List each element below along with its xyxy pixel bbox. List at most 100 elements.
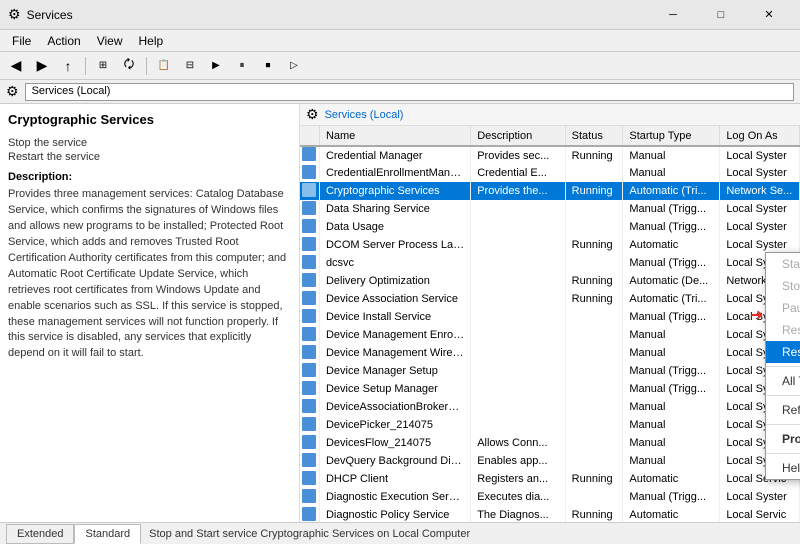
table-cell: Diagnostic Policy Service — [319, 506, 470, 522]
table-row[interactable]: Diagnostic Execution ServiceExecutes dia… — [300, 488, 800, 506]
table-cell: Manual (Trigg... — [623, 308, 720, 326]
col-header-icon[interactable] — [300, 126, 319, 146]
table-row[interactable]: Diagnostic Policy ServiceThe Diagnos...R… — [300, 506, 800, 522]
services-table: Name Description Status Startup Type Log… — [300, 126, 800, 522]
context-properties[interactable]: Properties — [766, 428, 800, 450]
toolbar-btn3[interactable]: 📋 — [152, 55, 176, 77]
table-row[interactable]: Device Association ServiceRunningAutomat… — [300, 290, 800, 308]
close-button[interactable]: ✕ — [746, 0, 792, 30]
toolbar-btn5[interactable]: ▶ — [204, 55, 228, 77]
service-icon — [302, 453, 316, 467]
context-start[interactable]: Start — [766, 253, 800, 275]
service-icon — [302, 363, 316, 377]
service-icon — [302, 291, 316, 305]
table-cell: Manual — [623, 164, 720, 182]
table-cell: Local Syster — [720, 146, 800, 164]
table-row[interactable]: DCOM Server Process Launch...RunningAuto… — [300, 236, 800, 254]
toolbar-forward[interactable]: ▶ — [30, 55, 54, 77]
table-cell: Manual — [623, 434, 720, 452]
context-resume[interactable]: Resume — [766, 319, 800, 341]
menu-help[interactable]: Help — [131, 30, 172, 51]
table-row[interactable]: DevicesFlow_214075Allows Conn...ManualLo… — [300, 434, 800, 452]
table-row[interactable]: Delivery OptimizationRunningAutomatic (D… — [300, 272, 800, 290]
table-cell — [471, 398, 565, 416]
service-icon-cell — [300, 488, 319, 506]
table-cell — [471, 290, 565, 308]
table-cell: Allows Conn... — [471, 434, 565, 452]
toolbar-btn7[interactable]: ⏹ — [256, 55, 280, 77]
toolbar-btn8[interactable]: ▷ — [282, 55, 306, 77]
table-row[interactable]: Device Management Enrollm...ManualLocal … — [300, 326, 800, 344]
table-row[interactable]: Device Install ServiceManual (Trigg...Lo… — [300, 308, 800, 326]
menu-action[interactable]: Action — [39, 30, 88, 51]
service-icon — [302, 165, 316, 179]
context-sep-1 — [766, 366, 800, 367]
right-panel: ⚙ Services (Local) Name Description Stat… — [300, 104, 800, 522]
restart-service-link[interactable]: Restart — [8, 151, 43, 163]
tree-nav-label[interactable]: Services (Local) — [325, 109, 404, 121]
table-cell — [471, 308, 565, 326]
table-cell: DeviceAssociationBroker_214... — [319, 398, 470, 416]
service-icon — [302, 489, 316, 503]
menu-view[interactable]: View — [89, 30, 131, 51]
context-help[interactable]: Help — [766, 457, 800, 479]
col-header-startup[interactable]: Startup Type — [623, 126, 720, 146]
col-header-name[interactable]: Name — [319, 126, 470, 146]
toolbar-show-hide[interactable]: ⊞ — [91, 55, 115, 77]
table-cell: Registers an... — [471, 470, 565, 488]
service-icon — [302, 507, 316, 521]
table-row[interactable]: DeviceAssociationBroker_214...ManualLoca… — [300, 398, 800, 416]
toolbar-btn6[interactable]: ⏸ — [230, 55, 254, 77]
tab-standard[interactable]: Standard — [74, 524, 141, 544]
table-row[interactable]: Cryptographic ServicesProvides the...Run… — [300, 182, 800, 200]
context-restart[interactable]: Restart — [766, 341, 800, 363]
col-header-logon[interactable]: Log On As — [720, 126, 800, 146]
table-cell: Cryptographic Services — [319, 182, 470, 200]
context-pause[interactable]: Pause — [766, 297, 800, 319]
table-row[interactable]: Data Sharing ServiceManual (Trigg...Loca… — [300, 200, 800, 218]
toolbar-up[interactable]: ↑ — [56, 55, 80, 77]
menu-file[interactable]: File — [4, 30, 39, 51]
service-icon-cell — [300, 290, 319, 308]
service-icon-cell — [300, 506, 319, 522]
table-row[interactable]: Device Management Wireless...ManualLocal… — [300, 344, 800, 362]
service-icon — [302, 327, 316, 341]
context-refresh[interactable]: Refresh — [766, 399, 800, 421]
table-cell — [565, 362, 623, 380]
table-row[interactable]: Device Setup ManagerManual (Trigg...Loca… — [300, 380, 800, 398]
table-cell: Credential Manager — [319, 146, 470, 164]
stop-service-link[interactable]: Stop — [8, 137, 31, 149]
services-table-container[interactable]: Name Description Status Startup Type Log… — [300, 126, 800, 522]
table-row[interactable]: CredentialEnrollmentManagerUserSvc_...Cr… — [300, 164, 800, 182]
toolbar-btn4[interactable]: ⊟ — [178, 55, 202, 77]
table-row[interactable]: Credential ManagerProvides sec...Running… — [300, 146, 800, 164]
context-all-tasks[interactable]: All Tasks ▶ — [766, 370, 800, 392]
table-row[interactable]: Device Manager SetupManual (Trigg...Loca… — [300, 362, 800, 380]
maximize-button[interactable]: □ — [698, 0, 744, 30]
table-row[interactable]: Data UsageManual (Trigg...Local Syster — [300, 218, 800, 236]
table-cell: Automatic (Tri... — [623, 290, 720, 308]
table-row[interactable]: DevQuery Background Discovery BrokerEnab… — [300, 452, 800, 470]
table-cell: Provides the... — [471, 182, 565, 200]
description-text: Provides three management services: Cata… — [8, 187, 291, 362]
col-header-desc[interactable]: Description — [471, 126, 565, 146]
service-icon-cell — [300, 182, 319, 200]
context-stop[interactable]: Stop — [766, 275, 800, 297]
table-row[interactable]: DHCP ClientRegisters an...RunningAutomat… — [300, 470, 800, 488]
tab-extended[interactable]: Extended — [6, 524, 74, 544]
table-cell: Provides sec... — [471, 146, 565, 164]
table-cell: Enables app... — [471, 452, 565, 470]
table-cell — [565, 488, 623, 506]
table-cell — [565, 398, 623, 416]
service-icon-cell — [300, 272, 319, 290]
minimize-button[interactable]: ─ — [650, 0, 696, 30]
col-header-status[interactable]: Status — [565, 126, 623, 146]
toolbar-refresh[interactable]: 🗘 — [117, 55, 141, 77]
table-cell: Network Se... — [720, 182, 800, 200]
table-row[interactable]: DevicePicker_214075ManualLocal Syster — [300, 416, 800, 434]
table-cell: Local Syster — [720, 218, 800, 236]
service-icon-cell — [300, 254, 319, 272]
toolbar-back[interactable]: ◀ — [4, 55, 28, 77]
table-row[interactable]: dcsvcManual (Trigg...Local Syster — [300, 254, 800, 272]
table-cell: Device Install Service — [319, 308, 470, 326]
